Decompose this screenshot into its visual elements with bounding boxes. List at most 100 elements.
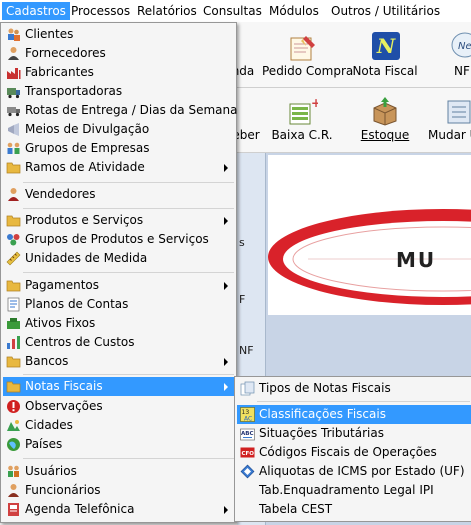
submenu-item-label: Tab.Enquadramento Legal IPI	[259, 483, 434, 497]
folder-icon	[6, 381, 21, 393]
submenu-item-label: Códigos Fiscais de Operações	[259, 445, 437, 459]
menu-outros-utilitarios[interactable]: Outros / Utilitários	[327, 2, 444, 20]
submenu-item-label: Tabela CEST	[259, 502, 333, 516]
submenu-item-tabela-cest[interactable]: Tabela CEST	[237, 500, 471, 519]
menu-separator	[23, 272, 234, 273]
menu-item-paises[interactable]: Países	[3, 435, 234, 454]
menu-item-label: Países	[25, 437, 63, 451]
nfe-button[interactable]: Ne NF	[446, 22, 471, 84]
menu-processos[interactable]: Processos	[67, 2, 134, 20]
menu-item-fornecedores[interactable]: Fornecedores	[3, 44, 234, 63]
menu-item-label: Grupos de Empresas	[25, 141, 150, 155]
menu-item-ramos-atividade[interactable]: Ramos de Atividade	[3, 158, 234, 177]
menu-item-observacoes[interactable]: Observações	[3, 397, 234, 416]
submenu-item-label: Situações Tributárias	[259, 426, 384, 440]
users-icon	[8, 465, 19, 477]
submenu-item-aliquotas-icms[interactable]: Aliquotas de ICMS por Estado (UF)	[237, 462, 471, 481]
submenu-item-label: Tipos de Notas Fiscais	[259, 381, 391, 395]
submenu-item-codigos-fiscais-operacoes[interactable]: CFO Códigos Fiscais de Operações	[237, 443, 471, 462]
menu-item-bancos[interactable]: Bancos	[3, 352, 234, 371]
nota-fiscal-button[interactable]: N Nota Fiscal	[350, 22, 420, 84]
menu-separator	[23, 374, 234, 375]
stock-box-icon	[373, 97, 397, 126]
cost-center-icon	[7, 336, 20, 349]
warning-icon	[7, 400, 20, 413]
menu-item-label: Meios de Divulgação	[25, 122, 150, 136]
menu-item-fabricantes[interactable]: Fabricantes	[3, 63, 234, 82]
menu-item-label: Usuários	[25, 464, 77, 478]
folder-icon	[6, 162, 21, 174]
submenu-item-tipos-notas-fiscais[interactable]: Tipos de Notas Fiscais	[237, 379, 471, 398]
estoque-label: Estoque	[360, 128, 410, 142]
menu-item-label: Agenda Telefônica	[25, 502, 135, 516]
menu-item-label: Observações	[25, 399, 103, 413]
side-panel-fragment-2: F	[239, 293, 246, 306]
menu-item-usuarios[interactable]: Usuários	[3, 462, 234, 481]
menu-item-label: Planos de Contas	[25, 297, 129, 311]
side-panel-fragment-1: s	[239, 236, 245, 249]
side-panel-fragment-3: NF	[239, 344, 254, 357]
menu-separator	[23, 208, 234, 209]
menu-item-rotas-entrega[interactable]: Rotas de Entrega / Dias da Semana	[3, 101, 238, 120]
menu-cadastros[interactable]: Cadastros	[2, 2, 70, 20]
submenu-item-classificacoes-fiscais[interactable]: 13 AC Classificações Fiscais	[237, 405, 471, 424]
baixa-cr-button[interactable]: + Baixa C.R.	[268, 88, 336, 148]
menu-relatorios[interactable]: Relatórios	[133, 2, 201, 20]
svg-text:CFO: CFO	[242, 451, 255, 457]
baixa-cr-label: Baixa C.R.	[271, 128, 333, 142]
menu-modulos[interactable]: Módulos	[265, 2, 323, 20]
submenu-item-situacoes-tributarias[interactable]: ABC Situações Tributárias	[237, 424, 471, 443]
menu-item-label: Ramos de Atividade	[25, 160, 145, 174]
menu-separator	[23, 182, 234, 183]
svg-text:N: N	[376, 34, 396, 58]
receivable-writeoff-icon: +	[289, 96, 318, 125]
menu-item-grupos-empresas[interactable]: Grupos de Empresas	[3, 139, 234, 158]
menu-item-clientes[interactable]: Clientes	[3, 25, 234, 44]
nfe-label: NF	[454, 64, 470, 78]
menu-item-produtos-servicos[interactable]: Produtos e Serviços	[3, 211, 234, 230]
submenu-item-label: Aliquotas de ICMS por Estado (UF)	[259, 464, 465, 478]
menu-item-label: Clientes	[25, 27, 74, 41]
classification-icon: 13 AC	[240, 407, 255, 422]
cadastros-menu: Clientes Fornecedores Fabricantes Transp…	[0, 22, 237, 523]
menu-item-agenda-telefonica[interactable]: Agenda Telefônica	[3, 500, 234, 519]
menu-item-unidades-medida[interactable]: Unidades de Medida	[3, 249, 234, 268]
megaphone-icon	[8, 123, 19, 136]
menu-item-ativos-fixos[interactable]: Ativos Fixos	[3, 314, 234, 333]
menu-item-centros-custos[interactable]: Centros de Custos	[3, 333, 234, 352]
menu-item-meios-divulgacao[interactable]: Meios de Divulgação	[3, 120, 234, 139]
menu-item-label: Pagamentos	[25, 278, 99, 292]
menu-item-label: Ativos Fixos	[25, 316, 96, 330]
phonebook-icon	[8, 503, 19, 516]
menu-item-label: Cidades	[25, 418, 73, 432]
menu-item-vendedores[interactable]: Vendedores	[3, 185, 234, 204]
employee-icon	[8, 484, 19, 497]
menu-item-funcionarios[interactable]: Funcionários	[3, 481, 234, 500]
menu-item-label: Fornecedores	[25, 46, 106, 60]
menu-item-transportadoras[interactable]: Transportadoras	[3, 82, 234, 101]
mudar-usuario-button[interactable]: Mudar U	[428, 88, 471, 148]
nfe-icon: Ne	[451, 32, 471, 58]
factory-icon	[7, 68, 21, 79]
notas-fiscais-submenu: Tipos de Notas Fiscais 13 AC Classificaç…	[234, 376, 471, 522]
submenu-arrow-icon	[224, 282, 228, 290]
submenu-item-enquadramento-ipi[interactable]: Tab.Enquadramento Legal IPI	[237, 481, 471, 500]
svg-text:AC: AC	[244, 416, 252, 423]
menu-item-notas-fiscais[interactable]: Notas Fiscais	[3, 377, 234, 396]
menu-item-label: Rotas de Entrega / Dias da Semana	[25, 103, 238, 117]
submenu-arrow-icon	[224, 358, 228, 366]
nota-fiscal-icon: N	[372, 32, 400, 60]
salesperson-icon	[8, 188, 19, 201]
menu-bar: Cadastros Processos Relatórios Consultas…	[0, 0, 471, 23]
abc-tax-icon: ABC	[240, 428, 255, 441]
menu-consultas[interactable]: Consultas	[199, 2, 266, 20]
menu-item-grupos-produtos[interactable]: Grupos de Produtos e Serviços	[3, 230, 234, 249]
invoice-types-icon	[240, 381, 255, 396]
menu-item-planos-contas[interactable]: Planos de Contas	[3, 295, 234, 314]
pedido-compra-button[interactable]: Pedido Compra	[262, 22, 354, 84]
menu-item-label: Unidades de Medida	[25, 251, 148, 265]
menu-item-cidades[interactable]: Cidades	[3, 416, 234, 435]
pedido-compra-label: Pedido Compra	[262, 64, 354, 78]
estoque-button[interactable]: Estoque	[350, 88, 420, 148]
menu-item-pagamentos[interactable]: Pagamentos	[3, 276, 234, 295]
